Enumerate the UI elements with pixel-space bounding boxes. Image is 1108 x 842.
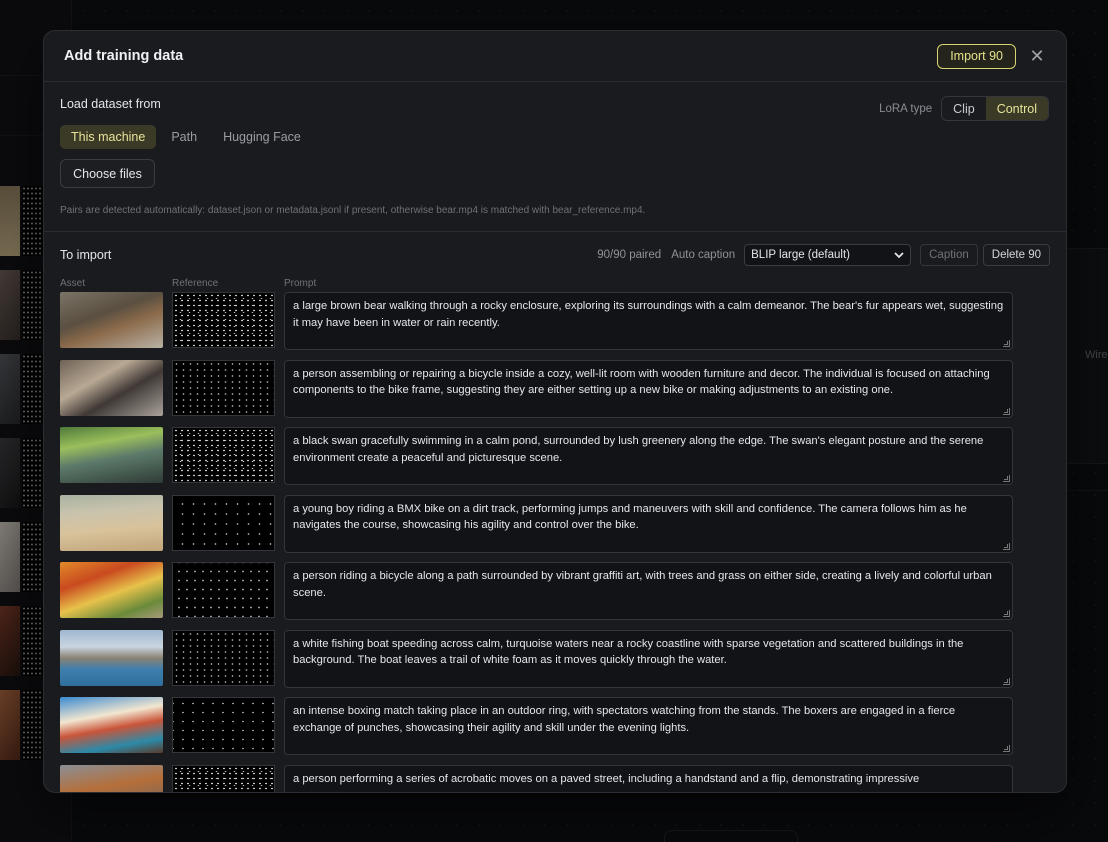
asset-thumbnail[interactable] — [60, 427, 163, 483]
asset-thumbnail[interactable] — [60, 494, 163, 551]
to-import-section: To import 90/90 paired Auto caption BLIP… — [44, 232, 1066, 792]
asset-thumbnail[interactable] — [60, 562, 163, 618]
tab-hugging-face[interactable]: Hugging Face — [212, 125, 312, 149]
reference-thumbnail[interactable] — [172, 427, 275, 483]
table-row: a young boy riding a BMX bike on a dirt … — [60, 494, 1050, 563]
dialog-header: Add training data Import 90 ✕ — [44, 31, 1066, 82]
lora-type-label: LoRA type — [879, 102, 933, 115]
prompt-text: an intense boxing match taking place in … — [293, 705, 956, 734]
resize-handle-icon[interactable] — [1003, 407, 1010, 415]
caption-model-select[interactable]: BLIP large (default) — [744, 244, 912, 266]
reference-thumbnail[interactable] — [172, 562, 275, 618]
prompt-field[interactable]: a young boy riding a BMX bike on a dirt … — [284, 494, 1013, 553]
resize-handle-icon[interactable] — [1003, 610, 1010, 617]
lora-type-toggle: Clip Control — [941, 96, 1049, 121]
prompt-text: a young boy riding a BMX bike on a dirt … — [293, 502, 967, 532]
prompt-text: a white fishing boat speeding across cal… — [293, 637, 964, 667]
prompt-text: a person performing a series of acrobati… — [293, 772, 920, 785]
asset-thumbnail[interactable] — [60, 359, 163, 416]
delete-all-button[interactable]: Delete 90 — [982, 244, 1050, 266]
resize-handle-icon[interactable] — [1003, 340, 1010, 347]
load-dataset-section: Load dataset from LoRA type Clip Control… — [44, 82, 1066, 232]
table-row: a person assembling or repairing a bicyc… — [60, 359, 1050, 428]
prompt-text: a black swan gracefully swimming in a ca… — [293, 435, 984, 464]
paired-status: 90/90 paired — [597, 249, 662, 261]
asset-thumbnail[interactable] — [60, 629, 163, 686]
add-training-data-dialog: Add training data Import 90 ✕ Load datas… — [43, 30, 1067, 793]
prompt-field[interactable]: an intense boxing match taking place in … — [284, 697, 1013, 755]
prompt-field[interactable]: a person assembling or repairing a bicyc… — [284, 359, 1013, 418]
auto-caption-label: Auto caption — [671, 249, 736, 261]
asset-thumbnail[interactable] — [60, 697, 163, 753]
prompt-text: a large brown bear walking through a roc… — [293, 300, 1004, 329]
dialog-title: Add training data — [64, 48, 184, 64]
lora-type-control: LoRA type Clip Control — [879, 96, 1049, 121]
prompt-field[interactable]: a white fishing boat speeding across cal… — [284, 629, 1013, 688]
import-rows: a large brown bear walking through a roc… — [60, 292, 1050, 792]
column-asset: Asset — [60, 278, 86, 289]
resize-handle-icon[interactable] — [1003, 677, 1010, 685]
lora-option-clip[interactable]: Clip — [942, 97, 986, 120]
reference-thumbnail[interactable] — [172, 697, 275, 753]
table-row: a large brown bear walking through a roc… — [60, 292, 1050, 360]
column-prompt: Prompt — [284, 278, 317, 289]
to-import-title: To import — [60, 248, 112, 262]
source-tabs: This machine Path Hugging Face — [60, 125, 1050, 149]
reference-thumbnail[interactable] — [172, 359, 275, 416]
to-import-header: To import 90/90 paired Auto caption BLIP… — [60, 232, 1050, 278]
resize-handle-icon[interactable] — [1003, 542, 1010, 550]
table-row: a person performing a series of acrobati… — [60, 764, 1050, 792]
table-row: a white fishing boat speeding across cal… — [60, 629, 1050, 698]
column-reference: Reference — [172, 278, 219, 289]
reference-thumbnail[interactable] — [172, 764, 275, 792]
prompt-field[interactable]: a large brown bear walking through a roc… — [284, 292, 1013, 350]
close-icon[interactable]: ✕ — [1028, 47, 1046, 65]
chevron-down-icon — [894, 251, 904, 258]
choose-files-button[interactable]: Choose files — [60, 159, 155, 188]
column-headers: Asset Reference Prompt — [60, 278, 1050, 292]
asset-thumbnail[interactable] — [60, 292, 163, 348]
asset-thumbnail[interactable] — [60, 764, 163, 792]
resize-handle-icon[interactable] — [1003, 745, 1010, 752]
reference-thumbnail[interactable] — [172, 629, 275, 686]
prompt-text: a person riding a bicycle along a path s… — [293, 570, 992, 599]
prompt-field[interactable]: a person riding a bicycle along a path s… — [284, 562, 1013, 620]
table-row: an intense boxing match taking place in … — [60, 697, 1050, 765]
caption-model-value: BLIP large (default) — [751, 249, 850, 261]
prompt-field[interactable]: a person performing a series of acrobati… — [284, 764, 1013, 792]
reference-thumbnail[interactable] — [172, 494, 275, 551]
prompt-field[interactable]: a black swan gracefully swimming in a ca… — [284, 427, 1013, 485]
tab-this-machine[interactable]: This machine — [60, 125, 157, 149]
reference-thumbnail[interactable] — [172, 292, 275, 348]
tab-path[interactable]: Path — [160, 125, 208, 149]
table-row: a person riding a bicycle along a path s… — [60, 562, 1050, 630]
import-button[interactable]: Import 90 — [937, 43, 1016, 69]
pairing-hint: Pairs are detected automatically: datase… — [60, 205, 646, 216]
resize-handle-icon[interactable] — [1003, 475, 1010, 482]
caption-button[interactable]: Caption — [920, 244, 978, 266]
prompt-text: a person assembling or repairing a bicyc… — [293, 367, 990, 397]
lora-option-control[interactable]: Control — [985, 97, 1048, 120]
table-row: a black swan gracefully swimming in a ca… — [60, 427, 1050, 495]
